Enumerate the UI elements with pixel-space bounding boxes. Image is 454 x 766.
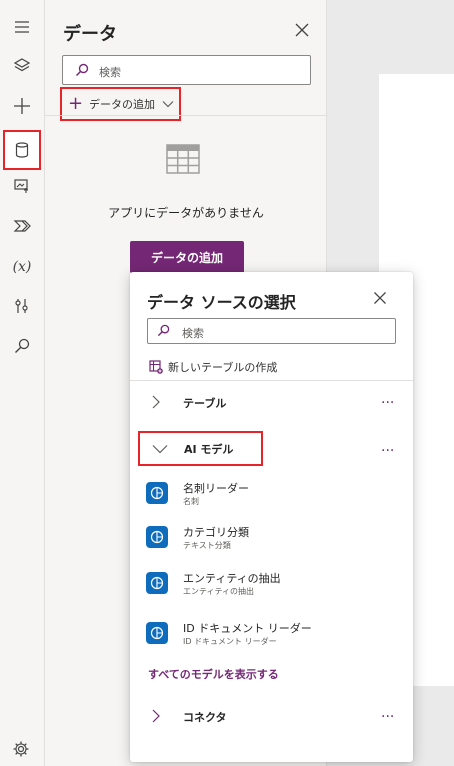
ai-model-item[interactable]: 名刺リーダー 名刺 [146,482,396,514]
chevron-down-icon [162,101,174,108]
search-icon [75,63,89,77]
group-tables-label: テーブル [183,397,227,410]
media-button[interactable] [4,169,40,203]
create-new-table-label: 新しいテーブルの作成 [168,361,278,374]
hamburger-menu-button[interactable] [4,10,40,44]
more-options-button[interactable]: ... [381,391,394,407]
ai-model-name: 名刺リーダー [183,482,249,495]
ai-model-name: ID ドキュメント リーダー [183,622,312,635]
advanced-tools-icon [15,299,28,313]
data-button[interactable] [3,130,41,170]
search-button[interactable] [4,329,40,363]
search-icon [15,338,30,353]
empty-state-message: アプリにデータがありません [108,206,264,220]
search-icon [157,324,170,337]
ai-model-name: エンティティの抽出 [183,572,281,585]
group-connectors-label: コネクタ [183,711,227,724]
ai-model-name: カテゴリ分類 [183,526,249,539]
create-new-table-link[interactable]: 新しいテーブルの作成 [149,359,277,375]
settings-gear-icon[interactable] [12,740,30,758]
more-options-button[interactable]: ... [381,439,394,455]
table-icon [166,144,200,174]
table-add-icon [149,360,163,374]
chevron-down-icon [152,445,168,454]
ai-model-icon [146,526,168,548]
ai-model-type: エンティティの抽出 [183,587,255,596]
flyout-divider [130,380,413,381]
chevron-right-icon [152,395,160,409]
search-placeholder: 検索 [99,66,121,79]
ai-model-item[interactable]: エンティティの抽出 エンティティの抽出 [146,572,396,604]
group-ai-models[interactable]: AI モデル [138,431,263,466]
ai-model-item[interactable]: カテゴリ分類 テキスト分類 [146,526,396,558]
more-options-button[interactable]: ... [381,705,394,721]
close-icon[interactable] [294,22,310,38]
ai-model-icon [146,622,168,644]
layers-icon [13,58,31,72]
add-data-label: データの追加 [89,98,155,111]
variables-icon: (x) [12,259,32,275]
plus-icon: + [68,93,84,114]
ai-model-icon [146,572,168,594]
insert-button[interactable] [4,89,40,123]
ai-model-item[interactable]: ID ドキュメント リーダー ID ドキュメント リーダー [146,622,396,654]
group-ai-models-label: AI モデル [184,443,234,456]
search-placeholder: 検索 [182,327,204,340]
hamburger-menu-icon [15,21,29,33]
plus-icon [14,98,30,114]
database-icon [15,142,29,158]
show-all-models-link[interactable]: すべてのモデルを表示する [148,666,279,682]
variables-button[interactable]: (x) [4,250,40,284]
ai-model-type: ID ドキュメント リーダー [183,637,277,646]
close-icon[interactable] [373,291,387,305]
add-data-button[interactable]: データの追加 [130,241,244,273]
tree-view-button[interactable] [4,49,40,83]
ai-model-type: 名刺 [183,497,199,506]
group-tables[interactable]: テーブル ... [130,385,413,419]
group-connectors[interactable]: コネクタ ... [130,699,413,733]
ai-model-type: テキスト分類 [183,541,231,550]
panel-divider [45,115,327,116]
advanced-tools-button[interactable] [4,289,40,323]
power-automate-icon [13,220,31,232]
data-source-search-input[interactable]: 検索 [147,318,396,344]
ai-model-icon [146,482,168,504]
data-source-flyout: データ ソースの選択 検索 新しいテーブルの作成 テーブル ... AI モデル… [130,272,413,762]
chevron-right-icon [152,709,160,723]
data-search-input[interactable]: 検索 [62,55,311,85]
media-icon [14,179,28,193]
panel-title: データ [63,24,117,45]
left-rail: (x) [0,0,45,766]
flyout-title: データ ソースの選択 [147,293,296,312]
power-automate-button[interactable] [4,209,40,243]
